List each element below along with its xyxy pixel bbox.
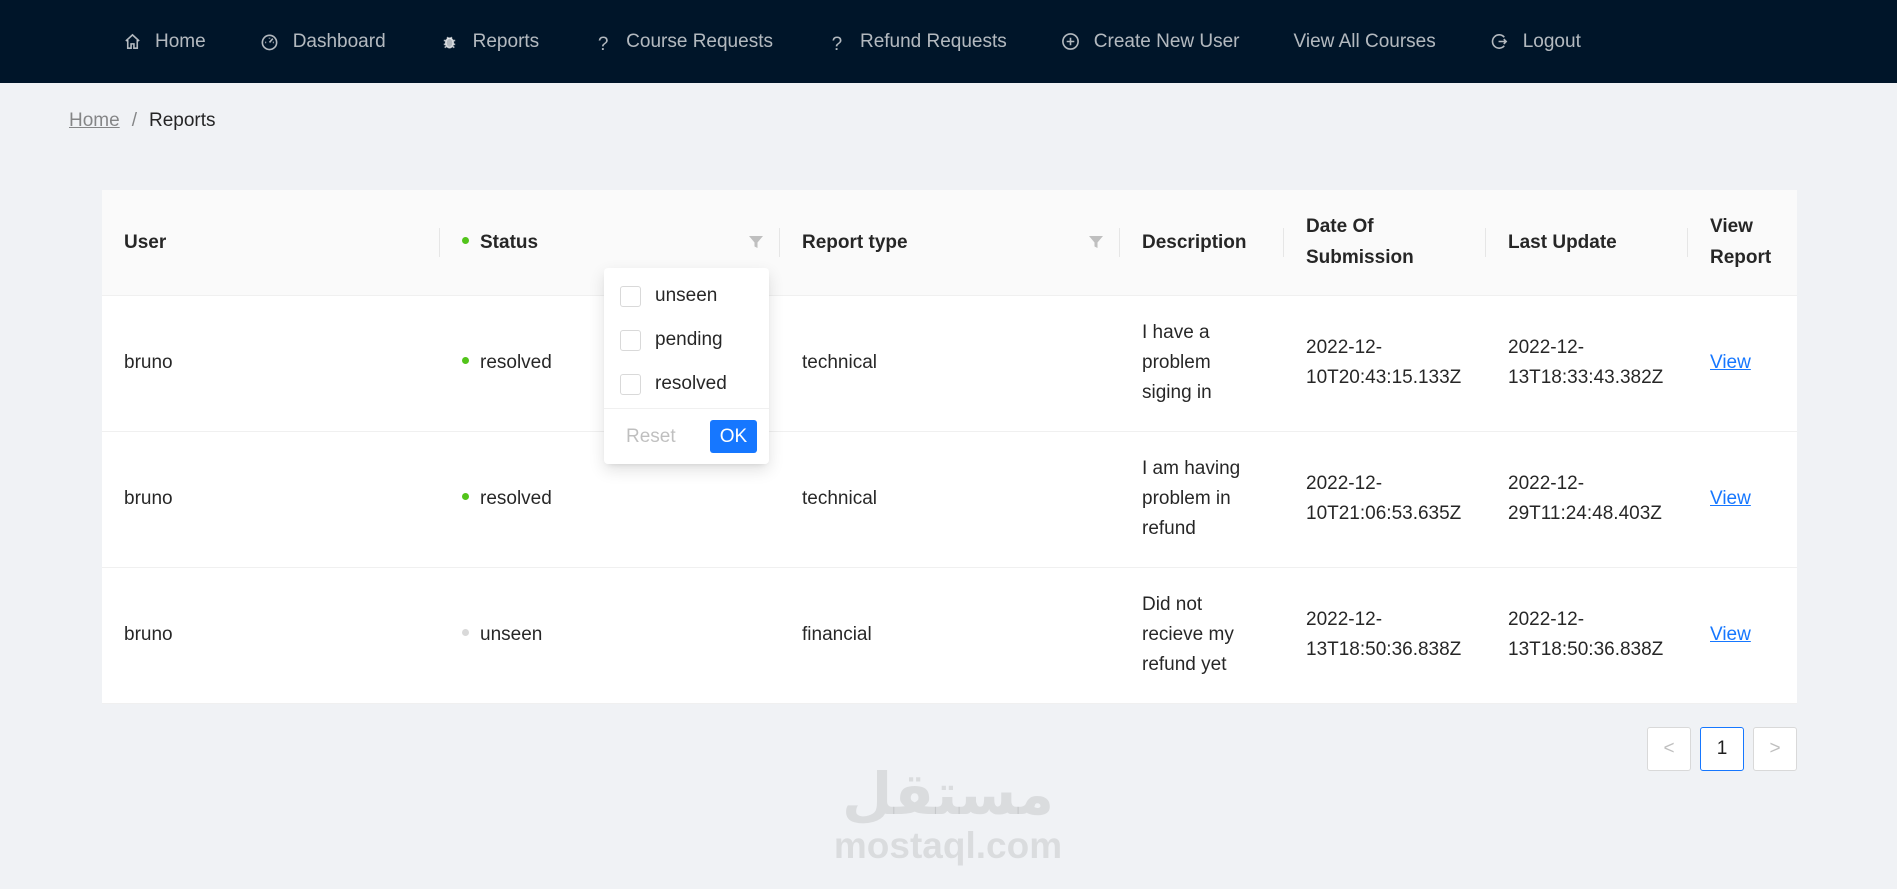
filter-checkbox[interactable]	[620, 329, 641, 351]
cell-view-report: View	[1688, 295, 1797, 432]
column-header-description: Description	[1120, 190, 1284, 296]
filter-icon[interactable]	[748, 234, 764, 250]
column-header-last-update: Last Update	[1486, 190, 1688, 296]
column-header-date-of-submission: Date Of Submission	[1284, 190, 1486, 296]
filter-ok-button[interactable]: OK	[710, 420, 757, 453]
nav-item-dashboard[interactable]: Dashboard	[260, 0, 386, 83]
breadcrumb-current: Reports	[148, 110, 216, 131]
plus-circle-icon	[1061, 32, 1081, 52]
status-filter-dropdown: unseen pending resolved Reset OK	[604, 268, 769, 464]
pagination-page-1[interactable]: 1	[1700, 727, 1744, 771]
question-icon: ?	[831, 34, 843, 55]
view-report-link[interactable]: View	[1710, 488, 1751, 509]
cell-last-update: 2022-12-29T11:24:48.403Z	[1486, 431, 1688, 568]
filter-checkbox[interactable]	[620, 285, 641, 307]
pagination-next-button[interactable]: >	[1753, 727, 1797, 771]
nav-item-label: Course Requests	[626, 30, 773, 52]
nav-item-label: Create New User	[1093, 30, 1240, 52]
filter-option-label: unseen	[655, 285, 718, 306]
top-navigation: Home Dashboard Reports ? Course Requests…	[0, 0, 1897, 83]
filter-option-resolved[interactable]: resolved	[604, 362, 769, 406]
cell-description: Did not recieve my refund yet	[1120, 567, 1284, 704]
reports-table-card: User Status Report type Description Date…	[102, 190, 1797, 704]
cell-date-of-submission: 2022-12-10T20:43:15.133Z	[1284, 295, 1486, 432]
table-header-row: User Status Report type Description Date…	[102, 190, 1797, 296]
column-header-view-report: View Report	[1688, 190, 1797, 296]
cell-description: I am having problem in refund	[1120, 431, 1284, 568]
column-header-report-type: Report type	[780, 190, 1120, 296]
breadcrumb-separator: /	[131, 110, 137, 131]
cell-last-update: 2022-12-13T18:33:43.382Z	[1486, 295, 1688, 432]
filter-footer: Reset OK	[604, 408, 769, 464]
view-report-link[interactable]: View	[1710, 624, 1751, 645]
cell-view-report: View	[1688, 431, 1797, 568]
pagination: < 1 >	[1638, 727, 1797, 771]
filter-option-unseen[interactable]: unseen	[604, 274, 769, 318]
cell-report-type: technical	[780, 295, 1120, 432]
question-icon: ?	[597, 34, 609, 55]
nav-item-refund-requests[interactable]: ? Refund Requests	[827, 0, 1007, 83]
nav-item-create-new-user[interactable]: Create New User	[1061, 0, 1240, 83]
nav-item-reports[interactable]: Reports	[440, 0, 540, 83]
cell-user: bruno	[102, 567, 440, 704]
pagination-prev-button[interactable]: <	[1647, 727, 1691, 771]
nav-item-label: Home	[155, 30, 206, 52]
cell-last-update: 2022-12-13T18:50:36.838Z	[1486, 567, 1688, 704]
table-row: bruno resolved technical I have a proble…	[102, 295, 1797, 432]
status-dot	[462, 237, 469, 245]
watermark-latin: mostaql.com	[833, 825, 1063, 866]
nav-item-home[interactable]: Home	[122, 0, 206, 83]
cell-date-of-submission: 2022-12-10T21:06:53.635Z	[1284, 431, 1486, 568]
column-header-user: User	[102, 190, 440, 296]
status-dot	[462, 357, 469, 365]
table-row: bruno unseen financial Did not recieve m…	[102, 567, 1797, 704]
cell-user: bruno	[102, 431, 440, 568]
reports-table: User Status Report type Description Date…	[102, 190, 1797, 704]
nav-item-view-all-courses[interactable]: View All Courses	[1294, 0, 1436, 83]
cell-description: I have a problem siging in	[1120, 295, 1284, 432]
nav-item-label: Logout	[1522, 30, 1581, 52]
filter-icon[interactable]	[1088, 234, 1104, 250]
breadcrumb-home-link[interactable]: Home	[69, 110, 120, 132]
filter-checkbox[interactable]	[620, 373, 641, 395]
filter-reset-button[interactable]: Reset	[626, 426, 676, 448]
nav-item-logout[interactable]: Logout	[1490, 0, 1581, 83]
logout-icon	[1490, 32, 1510, 52]
filter-option-label: pending	[655, 329, 723, 350]
cell-report-type: technical	[780, 431, 1120, 568]
nav-item-label: Refund Requests	[859, 30, 1007, 52]
table-row: bruno resolved technical I am having pro…	[102, 431, 1797, 568]
cell-date-of-submission: 2022-12-13T18:50:36.838Z	[1284, 567, 1486, 704]
cell-view-report: View	[1688, 567, 1797, 704]
nav-item-label: Reports	[472, 30, 540, 52]
filter-option-label: resolved	[655, 373, 727, 394]
breadcrumb: Home / Reports	[69, 110, 216, 132]
nav-item-course-requests[interactable]: ? Course Requests	[593, 0, 773, 83]
cell-report-type: financial	[780, 567, 1120, 704]
watermark-arabic: مستقل	[841, 760, 1055, 828]
status-dot	[462, 493, 469, 501]
view-report-link[interactable]: View	[1710, 352, 1751, 373]
status-dot	[462, 629, 469, 637]
watermark: مستقل mostaql.com	[832, 762, 1064, 866]
nav-item-label: Dashboard	[292, 30, 386, 52]
dashboard-icon	[260, 32, 280, 52]
filter-option-pending[interactable]: pending	[604, 318, 769, 362]
home-icon	[122, 32, 142, 52]
cell-status: unseen	[440, 567, 780, 704]
nav-item-label: View All Courses	[1293, 30, 1436, 52]
cell-user: bruno	[102, 295, 440, 432]
bug-icon	[440, 32, 460, 52]
